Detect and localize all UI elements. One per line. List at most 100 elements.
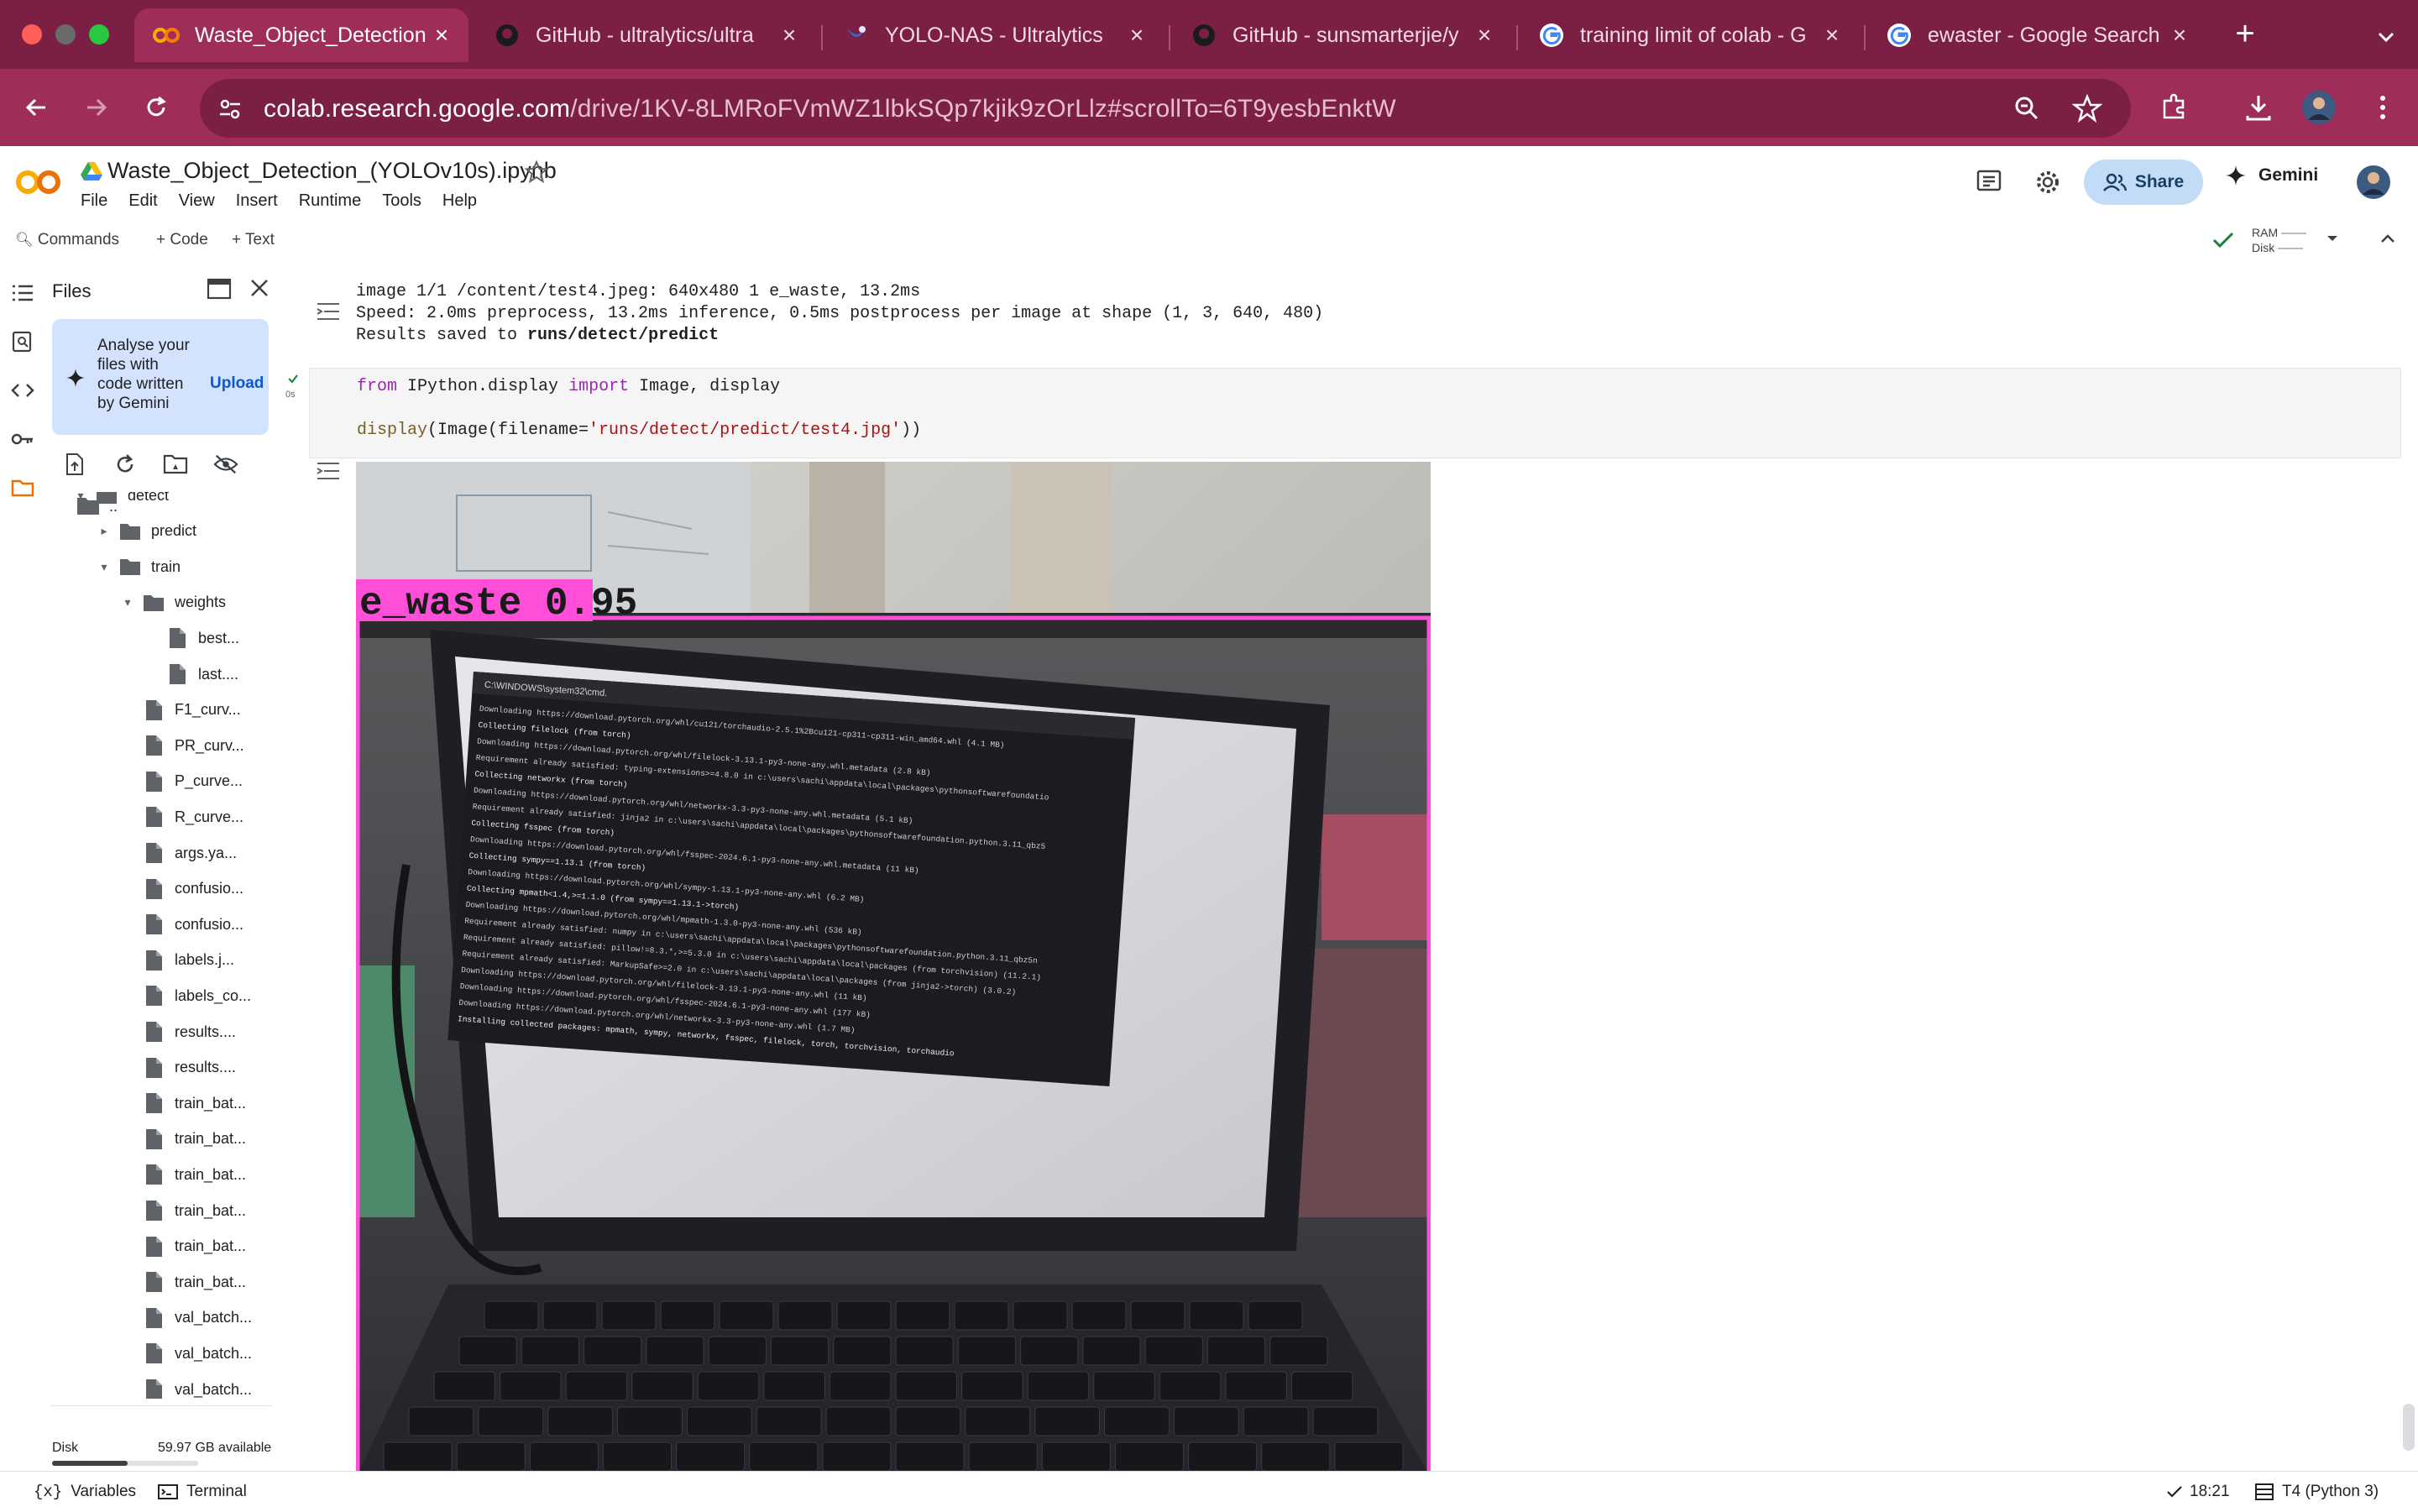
tree-file-row[interactable]: train_bat... <box>121 1086 246 1120</box>
mount-drive-icon[interactable] <box>163 452 188 477</box>
tree-file-row[interactable]: train_bat... <box>121 1122 246 1156</box>
notebook-scrollbar[interactable] <box>2403 1404 2415 1451</box>
tree-file-row[interactable]: F1_curv... <box>121 693 241 727</box>
close-icon[interactable]: × <box>430 24 453 47</box>
tree-file-row[interactable]: best... <box>144 621 239 655</box>
tree-folder-row[interactable]: ▾ train <box>97 550 181 583</box>
share-button[interactable]: Share <box>2084 160 2203 205</box>
tree-folder-row[interactable]: ▸ predict <box>97 515 196 548</box>
open-in-tab-icon[interactable] <box>207 277 232 301</box>
tree-file-row[interactable]: args.ya... <box>121 836 237 870</box>
expand-arrow-down-icon[interactable]: ▾ <box>97 560 111 574</box>
close-panel-icon[interactable] <box>249 277 270 299</box>
tree-file-row[interactable]: P_curve... <box>121 765 243 798</box>
tree-file-row[interactable]: R_curve... <box>121 800 243 834</box>
browser-menu-icon[interactable] <box>2363 87 2403 128</box>
terminal-button[interactable]: Terminal <box>158 1483 247 1501</box>
window-zoom-button[interactable] <box>89 24 109 44</box>
last-run-status[interactable]: 18:21 <box>2166 1483 2230 1501</box>
tree-file-row[interactable]: last.... <box>144 657 238 691</box>
upload-button[interactable]: Upload <box>210 374 264 393</box>
download-icon[interactable] <box>2238 87 2279 128</box>
new-tab-button[interactable]: + <box>2225 15 2265 55</box>
expand-arrow-down-icon[interactable]: ▾ <box>74 492 87 503</box>
close-icon[interactable]: × <box>1125 24 1149 47</box>
close-icon[interactable]: × <box>1473 24 1496 47</box>
tree-file-row[interactable]: labels.j... <box>121 944 234 977</box>
star-icon[interactable] <box>524 160 549 185</box>
tree-file-row[interactable]: results.... <box>121 1015 236 1049</box>
browser-tab-colab[interactable]: Waste_Object_Detection × <box>134 8 468 62</box>
gemini-button[interactable]: Gemini <box>2225 165 2318 186</box>
tree-file-row[interactable]: train_bat... <box>121 1265 246 1299</box>
tree-file-row[interactable]: train_bat... <box>121 1158 246 1191</box>
find-replace-icon[interactable] <box>10 329 35 354</box>
code-snippets-icon[interactable] <box>10 378 35 403</box>
files-folder-icon[interactable] <box>10 475 35 500</box>
comments-icon[interactable] <box>1975 168 2003 196</box>
colab-logo[interactable] <box>15 168 62 196</box>
tree-file-row[interactable]: confusio... <box>121 872 243 906</box>
site-settings-icon[interactable] <box>217 96 243 123</box>
notebook-title[interactable]: Waste_Object_Detection_(YOLOv10s).ipynb <box>107 158 557 184</box>
menu-help[interactable]: Help <box>442 191 477 211</box>
profile-avatar[interactable] <box>2299 87 2339 128</box>
window-close-button[interactable] <box>22 24 42 44</box>
account-avatar[interactable] <box>2356 165 2391 200</box>
browser-tab-ewaster[interactable]: ewaster - Google Search × <box>1867 8 2206 62</box>
window-minimize-button[interactable] <box>55 24 76 44</box>
runtime-status[interactable]: T4 (Python 3) <box>2255 1483 2379 1501</box>
resources-indicator[interactable]: RAM Disk <box>2252 225 2307 255</box>
upload-file-icon[interactable] <box>62 452 87 477</box>
tree-folder-row[interactable]: ▾ detect <box>74 492 169 512</box>
tree-file-row[interactable]: labels_co... <box>121 979 251 1012</box>
output-actions-icon[interactable] <box>316 460 341 482</box>
tree-folder-row[interactable]: ▾ weights <box>121 586 226 620</box>
output-actions-icon[interactable] <box>316 301 341 322</box>
code-cell[interactable]: from IPython.display import Image, displ… <box>309 368 2401 458</box>
add-text-button[interactable]: + Text <box>232 231 275 249</box>
browser-tab-github-ultralytics[interactable]: GitHub - ultralytics/ultra × <box>475 8 816 62</box>
back-arrow-icon[interactable] <box>17 87 57 128</box>
menu-tools[interactable]: Tools <box>382 191 421 211</box>
browser-tab-training-limit[interactable]: training limit of colab - G × <box>1520 8 1859 62</box>
commands-button[interactable]: 🔍︎ Commands <box>15 231 119 249</box>
expand-arrow-down-icon[interactable]: ▾ <box>121 595 134 610</box>
tree-file-row[interactable]: val_batch... <box>121 1337 252 1370</box>
expand-arrow-right-icon[interactable]: ▸ <box>97 524 111 538</box>
tree-file-row[interactable]: train_bat... <box>121 1194 246 1227</box>
resources-dropdown-icon[interactable] <box>2324 230 2341 247</box>
tree-file-row[interactable]: val_batch... <box>121 1301 252 1335</box>
menu-edit[interactable]: Edit <box>128 191 157 211</box>
tree-file-row[interactable]: train_bat... <box>121 1230 246 1263</box>
bookmark-star-icon[interactable] <box>2072 93 2102 123</box>
close-icon[interactable]: × <box>2168 24 2191 47</box>
tab-search-chevron-icon[interactable] <box>2369 20 2403 54</box>
reload-icon[interactable] <box>136 87 176 128</box>
zoom-icon[interactable] <box>2013 95 2040 122</box>
add-code-button[interactable]: + Code <box>156 231 208 249</box>
secrets-key-icon[interactable] <box>10 426 35 452</box>
keyboard-key <box>1130 1300 1185 1331</box>
menu-insert[interactable]: Insert <box>236 191 278 211</box>
refresh-icon[interactable] <box>113 452 138 477</box>
hide-files-eye-icon[interactable] <box>213 452 238 477</box>
menu-view[interactable]: View <box>179 191 215 211</box>
tree-file-row[interactable]: val_batch... <box>121 1373 252 1399</box>
forward-arrow-icon[interactable] <box>76 87 116 128</box>
browser-tab-yolo-nas[interactable]: YOLO-NAS - Ultralytics × <box>824 8 1164 62</box>
tree-file-row[interactable]: confusio... <box>121 908 243 941</box>
browser-tab-github-sunsmarterjie[interactable]: GitHub - sunsmarterjie/y × <box>1172 8 1511 62</box>
menu-file[interactable]: File <box>81 191 107 211</box>
variables-button[interactable]: {x} Variables <box>34 1483 136 1501</box>
address-bar[interactable]: colab.research.google.com/drive/1KV-8LMR… <box>200 79 2131 138</box>
close-icon[interactable]: × <box>1820 24 1844 47</box>
tree-file-row[interactable]: results.... <box>121 1051 236 1085</box>
extensions-icon[interactable] <box>2154 87 2195 128</box>
tree-file-row[interactable]: PR_curv... <box>121 729 244 762</box>
menu-runtime[interactable]: Runtime <box>299 191 361 211</box>
table-of-contents-icon[interactable] <box>10 280 35 306</box>
close-icon[interactable]: × <box>777 24 801 47</box>
collapse-header-icon[interactable] <box>2378 228 2398 249</box>
settings-gear-icon[interactable] <box>2033 168 2062 196</box>
